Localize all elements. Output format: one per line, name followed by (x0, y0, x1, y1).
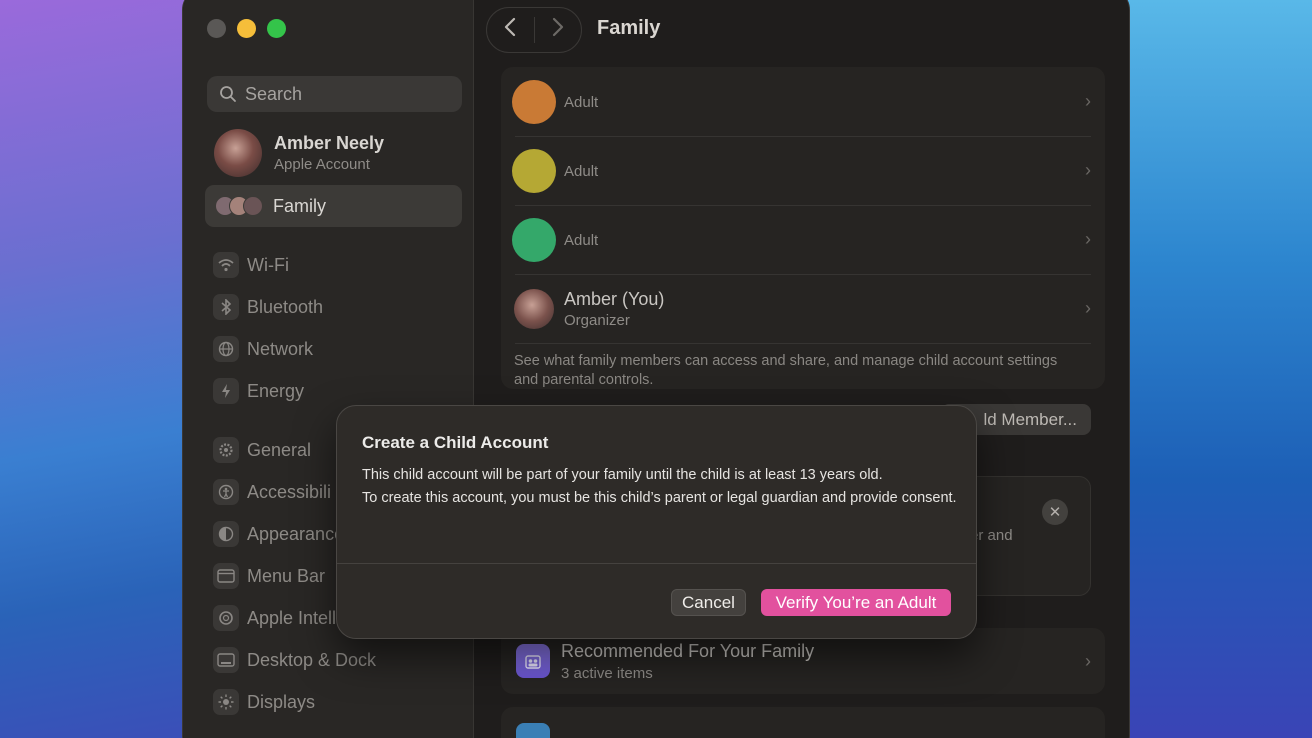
create-child-account-dialog: Create a Child Account This child accoun… (336, 405, 977, 639)
close-window-button[interactable] (207, 19, 226, 38)
chevron-right-icon: › (1085, 91, 1091, 111)
sparkle-icon (213, 605, 239, 631)
sidebar-item-label: Bluetooth (247, 296, 324, 317)
forward-button[interactable] (534, 17, 581, 43)
sidebar-item-label: Apple Intelli (247, 607, 341, 628)
sidebar-item-appearance[interactable]: Appearance (213, 519, 344, 549)
sidebar-item-displays[interactable]: Displays (213, 687, 315, 717)
chevron-right-icon: › (1085, 160, 1091, 180)
dock-icon (213, 647, 239, 673)
dialog-consent-message: To create this account, you must be this… (362, 490, 957, 506)
page-title: Family (597, 17, 661, 39)
search-placeholder: Search (245, 83, 303, 104)
bluetooth-icon (213, 294, 239, 320)
menubar-icon (213, 563, 239, 589)
sidebar-item-accessibility[interactable]: Accessibili (213, 477, 331, 507)
subscriptions-row[interactable] (501, 707, 1105, 738)
cancel-button[interactable]: Cancel (671, 589, 746, 616)
recommended-title: Recommended For Your Family (561, 640, 815, 661)
sidebar-item-network[interactable]: Network (213, 334, 313, 364)
family-member-row[interactable]: Adult › (501, 136, 1105, 205)
avatar (512, 79, 556, 124)
family-avatars-icon (215, 196, 263, 216)
sidebar-item-label: Wi-Fi (247, 254, 289, 275)
account-name: Amber Neely (274, 133, 385, 153)
sidebar-item-family[interactable]: Family (205, 185, 462, 227)
chevron-left-icon (505, 17, 516, 37)
search-icon (220, 86, 236, 102)
sidebar-item-label: Family (273, 195, 326, 216)
desktop-wallpaper-right (1128, 0, 1312, 738)
member-role: Adult (564, 232, 599, 249)
window-controls (207, 19, 286, 38)
sidebar-item-general[interactable]: General (213, 435, 311, 465)
globe-icon (213, 336, 239, 362)
family-member-row[interactable]: Adult › (501, 205, 1105, 274)
sidebar-item-label: Accessibili (247, 481, 332, 502)
dialog-message: This child account will be part of your … (362, 467, 883, 483)
account-subtitle: Apple Account (274, 156, 370, 173)
family-members-card: Adult › Adult › Adult › Amber (You) Orga… (501, 67, 1105, 389)
family-member-row[interactable]: Adult › (501, 67, 1105, 136)
accessibility-icon (213, 479, 239, 505)
verify-adult-button[interactable]: Verify You’re an Adult (761, 589, 951, 616)
chevron-right-icon (552, 17, 563, 37)
close-icon[interactable]: ✕ (1042, 499, 1068, 525)
sidebar-item-label: Energy (247, 380, 305, 401)
sidebar-item-wifi[interactable]: Wi-Fi (213, 250, 289, 280)
member-role: Adult (564, 163, 599, 180)
minimize-window-button[interactable] (237, 19, 256, 38)
dialog-title: Create a Child Account (362, 433, 549, 452)
sidebar-item-bluetooth[interactable]: Bluetooth (213, 292, 323, 322)
avatar (514, 288, 554, 329)
member-role: Adult (564, 94, 599, 111)
sidebar-item-label: General (247, 439, 312, 460)
sidebar-item-label: Displays (247, 691, 316, 712)
gear-icon (213, 437, 239, 463)
chevron-right-icon: › (1085, 298, 1091, 318)
member-name: Amber (You) (564, 288, 665, 309)
apple-account-item[interactable]: Amber Neely Apple Account (214, 129, 384, 177)
family-icon (516, 644, 550, 678)
member-role: Organizer (564, 311, 630, 329)
bolt-icon (213, 378, 239, 404)
sidebar-item-label: Appearance (247, 523, 345, 544)
navigation-controls (486, 7, 582, 53)
sidebar-item-apple-intelligence[interactable]: Apple Intelli (213, 603, 340, 633)
recommended-subtitle: 3 active items (561, 664, 653, 682)
avatar (512, 148, 556, 193)
family-member-row[interactable]: Amber (You) Organizer › (501, 274, 1105, 343)
desktop-wallpaper-left (0, 0, 186, 738)
chevron-right-icon: › (1085, 650, 1091, 671)
members-footnote: See what family members can access and s… (514, 353, 1058, 388)
avatar (512, 217, 556, 262)
sidebar-item-label: Desktop & Dock (247, 649, 377, 670)
sidebar-item-label: Network (247, 338, 314, 359)
subscriptions-icon (516, 723, 550, 738)
avatar (214, 129, 262, 177)
zoom-window-button[interactable] (267, 19, 286, 38)
appearance-icon (213, 521, 239, 547)
sidebar-item-menu-bar[interactable]: Menu Bar (213, 561, 325, 591)
search-field[interactable]: Search (207, 76, 462, 112)
divider (337, 563, 976, 564)
chevron-right-icon: › (1085, 229, 1091, 249)
sidebar-item-energy[interactable]: Energy (213, 376, 304, 406)
sidebar-item-label: Menu Bar (247, 565, 326, 586)
wifi-icon (213, 252, 239, 278)
sun-icon (213, 689, 239, 715)
sidebar-item-desktop-dock[interactable]: Desktop & Dock (213, 645, 376, 675)
back-button[interactable] (487, 17, 534, 43)
